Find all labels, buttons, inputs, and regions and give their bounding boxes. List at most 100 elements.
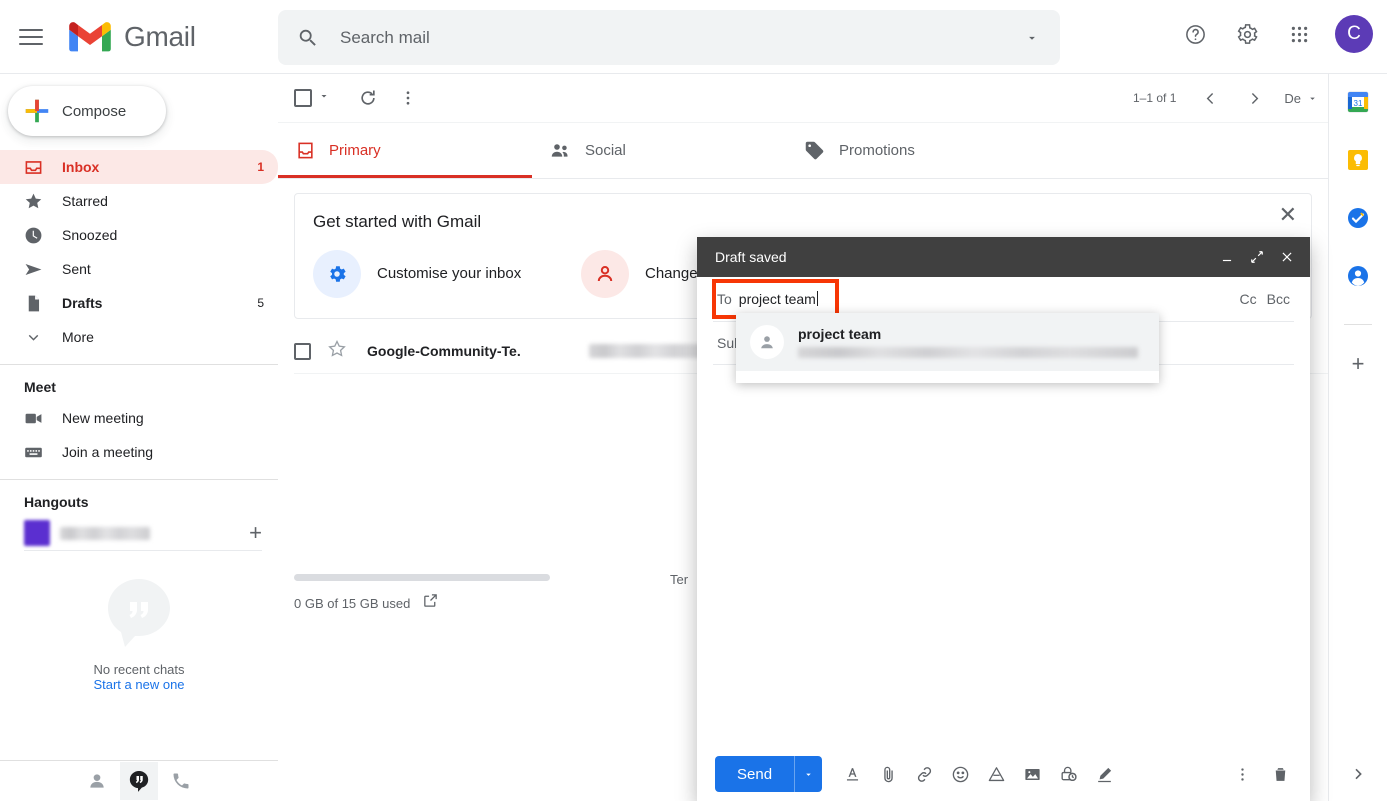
right-side-panel: 31 + <box>1328 74 1387 801</box>
chevron-left-icon[interactable] <box>1190 78 1230 118</box>
search-icon[interactable] <box>284 14 332 62</box>
tab-primary[interactable]: Primary <box>278 123 532 178</box>
compose-toolbar <box>836 758 1120 790</box>
close-icon[interactable] <box>1272 242 1302 272</box>
insert-signature-icon[interactable] <box>1088 758 1120 790</box>
plus-icon[interactable]: + <box>1352 351 1365 377</box>
people-icon <box>550 140 571 161</box>
refresh-icon[interactable] <box>348 78 388 118</box>
avatar <box>24 520 50 546</box>
apps-grid-icon[interactable] <box>1275 10 1323 58</box>
search-input[interactable] <box>332 28 1008 48</box>
chat-tab-bar <box>0 760 278 801</box>
start-new-chat-link[interactable]: Start a new one <box>0 677 278 692</box>
insert-emoji-icon[interactable] <box>944 758 976 790</box>
sidebar-item-more[interactable]: More <box>0 320 278 354</box>
to-input[interactable]: project team <box>739 291 818 307</box>
more-vertical-icon[interactable] <box>1226 758 1258 790</box>
insert-photo-icon[interactable] <box>1016 758 1048 790</box>
sidebar-item-join-meeting[interactable]: Join a meeting <box>0 435 278 469</box>
hangouts-account-name-redacted <box>60 527 150 540</box>
hangouts-section-title: Hangouts <box>24 494 278 510</box>
display-density-selector[interactable]: De <box>1284 91 1318 106</box>
google-tasks-icon[interactable] <box>1346 206 1370 230</box>
horizontal-scrollbar[interactable] <box>294 574 550 581</box>
trash-icon[interactable] <box>1264 758 1296 790</box>
google-drive-icon[interactable] <box>980 758 1012 790</box>
gear-icon[interactable] <box>1223 10 1271 58</box>
sidebar-item-label: Sent <box>62 261 264 277</box>
get-started-customise-inbox[interactable]: Customise your inbox <box>313 250 581 298</box>
meet-section-title: Meet <box>24 379 278 395</box>
compose-footer: Send <box>697 747 1310 801</box>
sidebar-item-label: Starred <box>62 193 264 209</box>
sidebar-item-snoozed[interactable]: Snoozed <box>0 218 278 252</box>
compose-button[interactable]: Compose <box>8 86 166 136</box>
terms-text[interactable]: Ter <box>670 572 688 587</box>
page-count: 1–1 of 1 <box>1133 91 1176 105</box>
chat-tab-phone[interactable] <box>162 762 200 800</box>
tab-label: Promotions <box>839 142 915 159</box>
chevron-right-icon[interactable] <box>1234 78 1274 118</box>
more-vertical-icon[interactable] <box>388 78 428 118</box>
sidebar-item-new-meeting[interactable]: New meeting <box>0 401 278 435</box>
plus-icon <box>22 96 52 126</box>
tab-promotions[interactable]: Promotions <box>786 123 1040 178</box>
keyboard-icon <box>20 443 46 462</box>
compose-label: Compose <box>62 103 126 120</box>
storage-status: 0 GB of 15 GB used <box>294 592 439 614</box>
autocomplete-option[interactable]: project team <box>736 313 1159 371</box>
gear-icon <box>313 250 361 298</box>
toolbar-right: 1–1 of 1 De <box>1133 78 1318 118</box>
get-started-item-label: Customise your inbox <box>377 263 521 285</box>
star-outline-icon[interactable] <box>327 339 347 364</box>
sidebar-item-inbox[interactable]: Inbox 1 <box>0 150 278 184</box>
minimize-icon[interactable] <box>1212 242 1242 272</box>
bcc-button[interactable]: Bcc <box>1267 291 1290 307</box>
sidebar-item-sent[interactable]: Sent <box>0 252 278 286</box>
tab-social[interactable]: Social <box>532 123 786 178</box>
avatar[interactable]: C <box>1335 15 1373 53</box>
tag-icon <box>804 140 825 161</box>
attach-file-icon[interactable] <box>872 758 904 790</box>
autocomplete-texts: project team <box>798 326 1138 358</box>
recipient-autocomplete-dropdown: project team <box>736 313 1159 383</box>
chevron-down-icon <box>1307 93 1318 104</box>
plus-icon[interactable]: + <box>249 522 262 544</box>
select-all-checkbox[interactable] <box>294 89 312 107</box>
expand-icon[interactable] <box>1242 242 1272 272</box>
hamburger-icon[interactable] <box>7 13 55 61</box>
hangouts-account-row[interactable]: + <box>0 516 278 550</box>
sidebar-item-starred[interactable]: Starred <box>0 184 278 218</box>
inbox-icon <box>20 158 46 177</box>
row-checkbox[interactable] <box>294 343 311 360</box>
chat-tab-contacts[interactable] <box>78 762 116 800</box>
sidebar-item-drafts[interactable]: Drafts 5 <box>0 286 278 320</box>
hangouts-bubble-icon <box>105 577 173 651</box>
google-keep-icon[interactable] <box>1346 148 1370 172</box>
svg-text:31: 31 <box>1354 99 1363 108</box>
google-contacts-icon[interactable] <box>1346 264 1370 288</box>
send-button[interactable]: Send <box>715 756 794 792</box>
search-options-icon[interactable] <box>1008 14 1056 62</box>
help-circle-icon[interactable] <box>1171 10 1219 58</box>
chevron-right-icon[interactable] <box>1350 766 1366 787</box>
sidebar-item-label: Drafts <box>62 295 257 311</box>
header-actions: C <box>1171 10 1377 58</box>
close-icon[interactable]: ✕ <box>1279 204 1297 226</box>
google-calendar-icon[interactable]: 31 <box>1346 90 1370 114</box>
send-options-icon[interactable] <box>794 756 822 792</box>
select-all-dropdown-icon[interactable] <box>318 89 330 107</box>
format-text-icon[interactable] <box>836 758 868 790</box>
search-bar[interactable] <box>278 10 1060 65</box>
insert-link-icon[interactable] <box>908 758 940 790</box>
compose-body[interactable] <box>697 365 1310 747</box>
chat-tab-hangouts[interactable] <box>120 762 158 800</box>
list-toolbar: 1–1 of 1 De <box>278 74 1328 122</box>
confidential-mode-icon[interactable] <box>1052 758 1084 790</box>
compose-header[interactable]: Draft saved <box>697 237 1310 277</box>
send-icon <box>20 260 46 279</box>
gmail-logo[interactable]: Gmail <box>69 21 196 53</box>
external-link-icon[interactable] <box>422 592 439 614</box>
cc-button[interactable]: Cc <box>1240 291 1257 307</box>
